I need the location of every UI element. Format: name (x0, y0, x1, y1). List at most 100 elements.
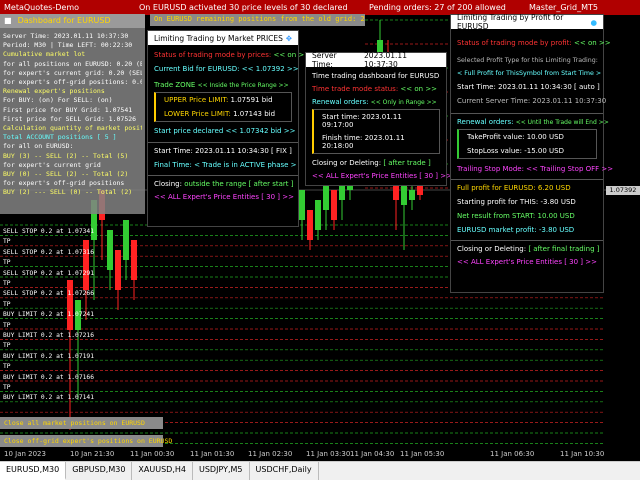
time-renewal-value[interactable]: << Only in Range >> (371, 99, 437, 106)
profit-type-label: Selected Profit Type for this Limiting T… (457, 57, 598, 64)
move-icon[interactable]: ✥ (286, 34, 292, 43)
tp-level-label: TP (3, 238, 11, 246)
collapse-icon[interactable]: ■ (4, 16, 12, 25)
profit-status-value[interactable]: << on >> (574, 39, 611, 47)
time-axis-label: 10 Jan 2023 (4, 450, 46, 458)
tp-level-label: TP (3, 280, 11, 287)
profit-entities-button[interactable]: << ALL Expert's Price Entities [ 30 ] >> (457, 258, 597, 266)
candle-body (107, 230, 113, 270)
time-start-label: Start time: (322, 113, 360, 121)
time-mode-label: Time trade mode status: (312, 85, 399, 93)
market-profit-value: -3.80 USD (538, 226, 575, 234)
dashboard-line: BUY (2) --- SELL (0) -- Total (2) (3, 188, 133, 197)
market-panel-title: Limiting Trading by Market PRICES (154, 33, 283, 43)
profit-start-label: Start Time: (457, 83, 496, 91)
close-all-positions-button[interactable]: Close all market positions on EURUSD (0, 417, 163, 429)
market-profit-label: EURUSD market profit: (457, 226, 537, 234)
tp-level-label: TP (3, 384, 11, 391)
tab-eurusd-m30[interactable]: EURUSD,M30 (0, 462, 67, 480)
close-offgrid-positions-button[interactable]: Close off-grid expert's positions on EUR… (0, 435, 172, 447)
lower-limit-value[interactable]: 1.07143 bid (233, 110, 275, 118)
time-axis-label: 11 Jan 10:30 (560, 450, 605, 458)
pending-order-label: BUY LIMIT 0.2 at 1.07166 (3, 373, 94, 381)
dashboard-header[interactable]: ■ Dashboard for EURUSD (0, 14, 145, 28)
market-panel-header[interactable]: Limiting Trading by Market PRICES ✥ (148, 31, 298, 45)
market-start-value[interactable]: 2023.01.11 10:34:30 [ FIX ] (195, 147, 292, 155)
dashboard-line: for all positions on EURUSD: 0.20 (BUY) (3, 59, 142, 68)
time-trading-panel: Server Time: 2023.01.11 10:37:30 Time tr… (305, 51, 452, 186)
bid-value: << 1.07392 >> (241, 65, 299, 73)
time-mode-value[interactable]: << on >> (400, 85, 437, 93)
tab-gbpusd-m30[interactable]: GBPUSD,M30 (66, 462, 133, 480)
terminal-name: MetaQuotes-Demo (4, 3, 80, 12)
full-profit-label: Full profit for EURUSD: (457, 184, 536, 192)
time-closing-label: Closing or Deleting: (312, 159, 382, 167)
pending-orders-status: Pending orders: 27 of 200 allowed (369, 3, 506, 12)
candle-body (83, 240, 89, 290)
status-dot-icon[interactable]: ● (590, 18, 597, 27)
sl-label: StopLoss value: (467, 147, 522, 155)
profit-renewal-value[interactable]: << Until the Trade will End >> (516, 119, 609, 126)
dashboard-line: Server Time: 2023.01.11 10:37:30 (3, 32, 129, 40)
tab-usdchf-daily[interactable]: USDCHF,Daily (250, 462, 319, 480)
market-start-label: Start Time: (154, 147, 193, 155)
starting-profit-label: Starting profit for THIS: (457, 198, 539, 206)
candle-body (299, 190, 305, 220)
declared-label: Start price declared (154, 127, 224, 135)
trailing-value[interactable]: << Trailing Stop OFF >> (526, 165, 613, 173)
candle-body (417, 185, 423, 195)
pending-order-label: BUY LIMIT 0.2 at 1.07191 (3, 352, 94, 360)
pending-order-label: BUY LIMIT 0.2 at 1.07141 (3, 394, 94, 402)
tab-xauusd-h4[interactable]: XAUUSD,H4 (132, 462, 193, 480)
time-entities-button[interactable]: << ALL Expert's Price Entities [ 30 ] >> (312, 172, 452, 180)
pending-order-label: BUY LIMIT 0.2 at 1.07241 (3, 311, 94, 319)
tp-value[interactable]: 10.00 USD (527, 133, 564, 141)
time-axis-label: 11 Jan 00:30 (130, 450, 175, 458)
profit-start-value[interactable]: 2023.01.11 10:34:30 [ auto ] (498, 83, 600, 91)
dashboard-line: Cumulative market lot (3, 50, 86, 59)
candle-body (331, 190, 337, 220)
dashboard-line: for expert's current grid (3, 160, 101, 169)
profit-limit-panel: Limiting Trading by Profit for EURUSD ● … (450, 13, 613, 293)
profit-server-label: Current Server Time: (457, 97, 531, 105)
market-prices-panel: Limiting Trading by Market PRICES ✥ Stat… (147, 30, 310, 227)
upper-limit-value[interactable]: 1.07591 bid (231, 96, 273, 104)
tp-sl-box: TakeProfit value: 10.00 USD StopLoss val… (457, 129, 597, 159)
dashboard-line: For BUY: (on) For SELL: (on) (3, 96, 113, 105)
server-time-value: 2023.01.11 10:37:30 (364, 51, 407, 69)
declared-value[interactable]: << 1.07342 bid >> (226, 127, 296, 135)
ea-name: Master_Grid_MT5 (529, 3, 598, 12)
time-panel-header[interactable]: Server Time: 2023.01.11 10:37:30 (306, 51, 446, 69)
dashboard-line: First price for SELL Grid: 1.07526 (3, 114, 137, 123)
time-axis-label: 11 Jan 02:30 (248, 450, 293, 458)
time-axis-label: 11 Jan 03:30 (306, 450, 351, 458)
market-closing-label: Closing: (154, 180, 182, 188)
market-entities-button[interactable]: << ALL Expert's Price Entities [ 30 ] >> (154, 193, 294, 201)
dashboard-line: for expert's off-grid positions: 0.00 (B… (3, 78, 142, 87)
time-range-box: Start time: 2023.01.11 09:17:00 Finish t… (312, 109, 440, 154)
dashboard-line: for all on EURUSD: (3, 142, 74, 151)
final-time-label: Final Time: (154, 161, 192, 169)
trailing-label: Trailing Stop Mode: (457, 165, 524, 173)
chart-tabs: EURUSD,M30 GBPUSD,M30 XAUUSD,H4 USDJPY,M5 US… (0, 461, 640, 480)
pending-order-label: SELL STOP 0.2 at 1.07266 (3, 290, 94, 298)
dashboard-lines: Server Time: 2023.01.11 10:37:30 Period: … (3, 32, 142, 198)
market-status-label: Status of trading mode by prices: (154, 51, 272, 59)
tab-usdjpy-m5[interactable]: USDJPY,M5 (193, 462, 250, 480)
profit-type-value[interactable]: < Full Profit for ThisSymbol from Start … (457, 70, 601, 77)
profit-closing-value[interactable]: [ after final trading ] (528, 245, 599, 253)
time-axis-label: 10 Jan 21:30 (70, 450, 115, 458)
profit-status-label: Status of trading mode by profit: (457, 39, 572, 47)
pending-order-label: SELL STOP 0.2 at 1.07341 (3, 228, 94, 235)
time-closing-value[interactable]: [ after trade ] (383, 159, 430, 167)
tp-level-label: TP (3, 342, 11, 350)
profit-panel-header[interactable]: Limiting Trading by Profit for EURUSD ● (451, 13, 603, 31)
profit-renewal-label: Renewal orders: (457, 118, 514, 126)
sl-value[interactable]: -15.00 USD (524, 147, 564, 155)
tp-label: TakeProfit value: (467, 133, 525, 141)
market-closing-value[interactable]: outside the range [ after start ] (184, 180, 293, 188)
candle-body (315, 200, 321, 230)
dashboard-line: First price for BUY Grid: 1.07541 (3, 105, 133, 114)
time-axis-label: 11 Jan 01:30 (190, 450, 235, 458)
current-price-tag: 1.07392 (606, 186, 640, 195)
